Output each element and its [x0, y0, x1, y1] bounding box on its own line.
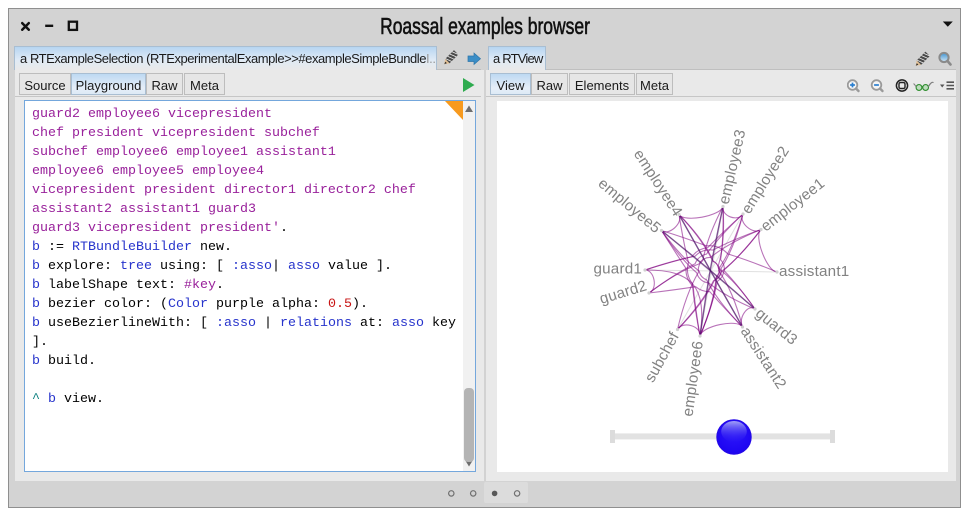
svg-text:employee3: employee3 [716, 128, 750, 206]
svg-text:guard1: guard1 [594, 261, 643, 278]
svg-text:guard2: guard2 [598, 277, 649, 307]
svg-text:assistant1: assistant1 [779, 263, 849, 280]
svg-text:employee6: employee6 [679, 340, 706, 418]
svg-text:subchef: subchef [642, 329, 684, 385]
